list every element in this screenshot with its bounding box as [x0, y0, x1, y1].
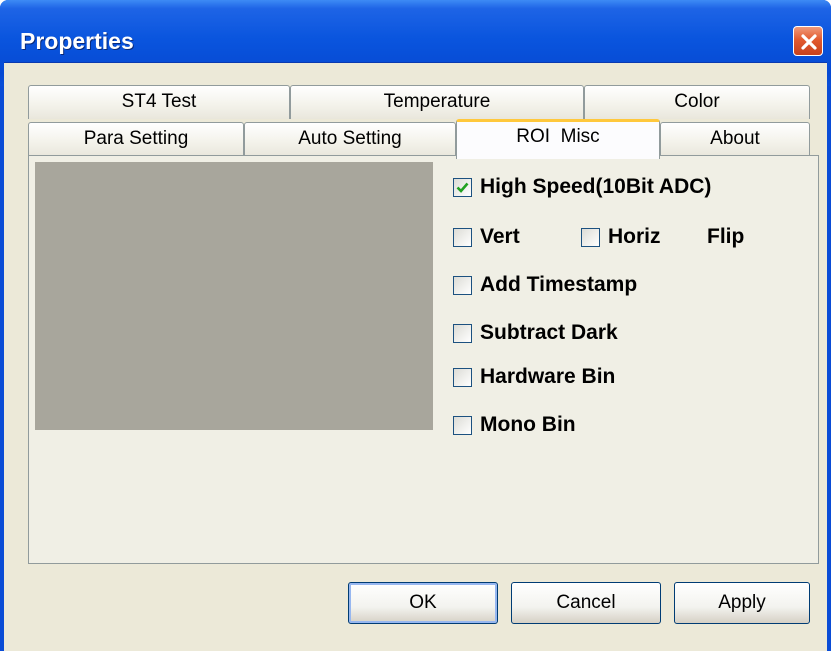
horiz-option[interactable]: Horiz	[581, 222, 661, 252]
ok-button[interactable]: OK	[348, 582, 498, 624]
mono-bin-checkbox[interactable]	[453, 415, 472, 435]
tab-st4-test[interactable]: ST4 Test	[28, 85, 290, 119]
window-title: Properties	[20, 28, 134, 54]
tab-auto-setting[interactable]: Auto Setting	[244, 122, 456, 156]
tab-label: Auto Setting	[298, 128, 402, 149]
tab-label: Color	[674, 91, 720, 112]
subtract-dark-checkbox[interactable]	[453, 323, 472, 343]
tab-label: ST4 Test	[121, 91, 197, 112]
horiz-checkbox[interactable]	[581, 227, 600, 247]
horiz-label: Horiz	[608, 225, 661, 248]
vert-option[interactable]: Vert	[453, 222, 520, 252]
subtract-dark-option[interactable]: Subtract Dark	[453, 318, 618, 348]
checkmark-icon	[456, 182, 469, 193]
tab-para-setting[interactable]: Para Setting	[28, 122, 244, 156]
tab-label: Temperature	[383, 91, 491, 112]
hardware-bin-checkbox[interactable]	[453, 367, 472, 387]
dialog-body: ST4 Test Temperature Color Para Setting …	[4, 62, 827, 651]
tab-label: Para Setting	[83, 128, 189, 149]
tab-label: ROI Misc	[516, 126, 600, 147]
subtract-dark-label: Subtract Dark	[480, 321, 618, 344]
tab-temperature[interactable]: Temperature	[290, 85, 584, 119]
tab-roi-misc[interactable]: ROI Misc	[456, 119, 660, 159]
high-speed-checkbox[interactable]	[453, 177, 472, 197]
hardware-bin-label: Hardware Bin	[480, 365, 616, 388]
tab-label: About	[710, 128, 760, 149]
vert-checkbox[interactable]	[453, 227, 472, 247]
apply-button[interactable]: Apply	[674, 582, 810, 624]
add-timestamp-option[interactable]: Add Timestamp	[453, 270, 637, 300]
cancel-button[interactable]: Cancel	[511, 582, 661, 624]
mono-bin-option[interactable]: Mono Bin	[453, 410, 576, 440]
tab-about[interactable]: About	[660, 122, 810, 156]
hardware-bin-option[interactable]: Hardware Bin	[453, 362, 615, 392]
mono-bin-label: Mono Bin	[480, 413, 576, 436]
high-speed-option[interactable]: High Speed(10Bit ADC)	[453, 172, 711, 202]
tab-color[interactable]: Color	[584, 85, 810, 119]
add-timestamp-checkbox[interactable]	[453, 275, 472, 295]
vert-label: Vert	[480, 225, 520, 248]
close-icon	[801, 34, 817, 50]
high-speed-label: High Speed(10Bit ADC)	[480, 175, 712, 198]
flip-label: Flip	[707, 225, 745, 248]
roi-misc-panel: High Speed(10Bit ADC) Vert Horiz Flip Ad…	[28, 155, 819, 564]
roi-preview[interactable]	[35, 162, 433, 430]
close-button[interactable]	[793, 26, 823, 56]
properties-dialog: Properties ST4 Test Temperature Color Pa…	[0, 0, 831, 651]
add-timestamp-label: Add Timestamp	[480, 273, 638, 296]
